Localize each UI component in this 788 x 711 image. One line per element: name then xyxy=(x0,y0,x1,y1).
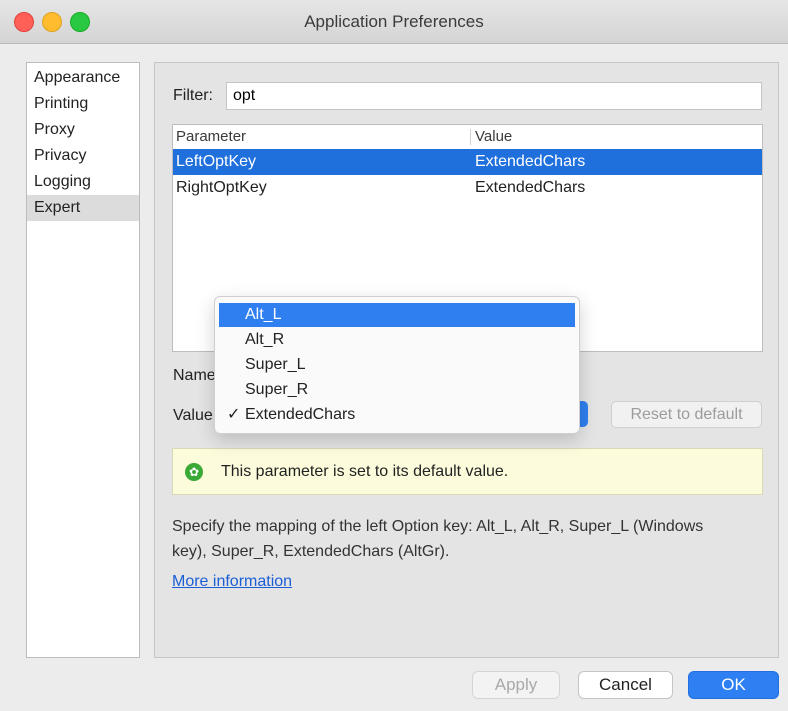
menu-item-label: Alt_R xyxy=(245,331,285,348)
sidebar-item-printing[interactable]: Printing xyxy=(27,91,139,117)
window-title: Application Preferences xyxy=(304,12,484,31)
description-line: key), Super_R, ExtendedChars (AltGr). xyxy=(172,543,450,560)
title-bar: Application Preferences xyxy=(0,0,788,44)
filter-label: Filter: xyxy=(173,87,213,104)
cell-value: ExtendedChars xyxy=(475,179,586,196)
ok-button[interactable]: OK xyxy=(688,671,779,699)
menu-item-extendedchars[interactable]: ✓ ExtendedChars xyxy=(219,403,575,427)
more-information-link[interactable]: More information xyxy=(172,572,292,592)
column-divider[interactable] xyxy=(470,129,471,145)
cell-value: ExtendedChars xyxy=(475,153,586,170)
menu-item-alt-l[interactable]: Alt_L xyxy=(219,303,575,327)
value-label: Value xyxy=(173,407,213,424)
column-header-value[interactable]: Value xyxy=(475,125,512,149)
description-line: Specify the mapping of the left Option k… xyxy=(172,518,704,535)
value-dropdown-menu: Alt_L Alt_R Super_L Super_R ✓ ExtendedCh… xyxy=(214,296,580,434)
cell-name: LeftOptKey xyxy=(176,153,257,170)
table-row[interactable]: LeftOptKey ExtendedChars xyxy=(173,149,762,175)
cell-name: RightOptKey xyxy=(176,179,267,196)
parameter-description: Specify the mapping of the left Option k… xyxy=(172,514,772,564)
filter-input[interactable] xyxy=(226,82,762,110)
table-row[interactable]: RightOptKey ExtendedChars xyxy=(173,175,762,201)
sidebar-item-privacy[interactable]: Privacy xyxy=(27,143,139,169)
menu-item-super-r[interactable]: Super_R xyxy=(219,378,575,402)
sidebar-item-expert[interactable]: Expert xyxy=(27,195,139,221)
apply-button[interactable]: Apply xyxy=(472,671,560,699)
sidebar-item-appearance[interactable]: Appearance xyxy=(27,65,139,91)
menu-item-label: Super_R xyxy=(245,381,309,398)
sidebar-item-logging[interactable]: Logging xyxy=(27,169,139,195)
column-header-parameter[interactable]: Parameter xyxy=(176,125,246,149)
info-text: This parameter is set to its default val… xyxy=(221,463,509,480)
sidebar: Appearance Printing Proxy Privacy Loggin… xyxy=(26,62,140,658)
menu-item-super-l[interactable]: Super_L xyxy=(219,353,575,377)
reset-to-default-button[interactable]: Reset to default xyxy=(611,401,762,428)
menu-item-label: Super_L xyxy=(245,356,306,373)
menu-item-alt-r[interactable]: Alt_R xyxy=(219,328,575,352)
gear-icon: ✿ xyxy=(185,463,203,481)
name-label: Name xyxy=(173,367,216,384)
menu-item-label: Alt_L xyxy=(245,306,282,323)
sidebar-item-proxy[interactable]: Proxy xyxy=(27,117,139,143)
info-box: ✿ This parameter is set to its default v… xyxy=(172,448,763,495)
checkmark-icon: ✓ xyxy=(227,406,241,423)
cancel-button[interactable]: Cancel xyxy=(578,671,673,699)
menu-item-label: ExtendedChars xyxy=(245,406,356,423)
